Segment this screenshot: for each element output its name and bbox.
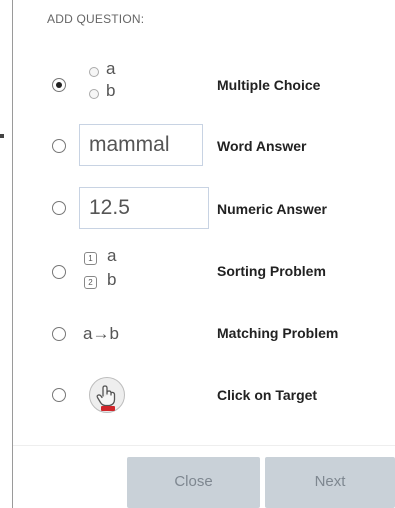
label-sorting-problem: Sorting Problem [217, 263, 326, 279]
option-sorting-problem[interactable]: 1 a 2 b Sorting Problem [13, 243, 395, 303]
preview-option-a: a [106, 59, 116, 78]
radio-multiple-choice[interactable] [52, 78, 66, 92]
radio-click-on-target[interactable] [52, 388, 66, 402]
radio-sorting-problem[interactable] [52, 265, 66, 279]
add-question-dialog: ADD QUESTION: a b Multiple Choice mammal… [13, 0, 395, 508]
label-numeric-answer: Numeric Answer [217, 201, 327, 217]
numeric-answer-preview-text: 12.5 [89, 196, 130, 219]
order-badge-2-icon: 2 [84, 276, 97, 289]
option-multiple-choice[interactable]: a b Multiple Choice [13, 56, 395, 116]
label-matching-problem: Matching Problem [217, 325, 339, 341]
sorting-preview-a: a [107, 246, 117, 265]
radio-word-answer[interactable] [52, 139, 66, 153]
numeric-answer-preview-box: 12.5 [79, 187, 209, 229]
option-click-on-target[interactable]: Click on Target [13, 367, 395, 427]
option-numeric-answer[interactable]: 12.5 Numeric Answer [13, 180, 395, 240]
mini-radio-icon [89, 89, 99, 99]
label-click-on-target: Click on Target [217, 387, 318, 403]
target-marker-bar [101, 406, 115, 411]
sorting-preview-b: b [107, 270, 117, 289]
matching-preview-text: a→b [83, 324, 119, 343]
dialog-title: ADD QUESTION: [47, 12, 145, 26]
mini-radio-icon [89, 67, 99, 77]
left-edge-marker [0, 134, 4, 138]
option-matching-problem[interactable]: a→b Matching Problem [13, 305, 395, 365]
next-button[interactable]: Next [265, 457, 395, 508]
label-word-answer: Word Answer [217, 138, 307, 154]
close-button[interactable]: Close [127, 457, 260, 508]
preview-option-b: b [106, 81, 116, 100]
footer-divider [13, 445, 395, 446]
word-answer-preview-box: mammal [79, 124, 203, 166]
label-multiple-choice: Multiple Choice [217, 77, 321, 93]
order-badge-1-icon: 1 [84, 252, 97, 265]
click-target-preview [89, 377, 125, 413]
option-word-answer[interactable]: mammal Word Answer [13, 118, 395, 178]
radio-numeric-answer[interactable] [52, 201, 66, 215]
word-answer-preview-text: mammal [89, 133, 170, 156]
radio-matching-problem[interactable] [52, 327, 66, 341]
